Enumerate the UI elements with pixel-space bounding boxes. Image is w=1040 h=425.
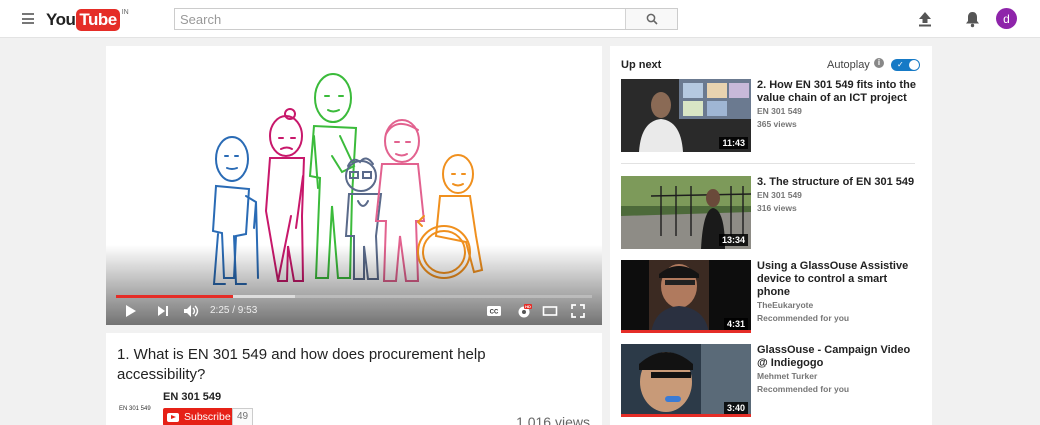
notifications-bell-icon[interactable] [964, 10, 981, 28]
recommended-channel: EN 301 549 [757, 190, 802, 200]
info-icon[interactable]: i [874, 58, 884, 68]
recommended-title-text: 2. How EN 301 549 fits into the value ch… [757, 79, 916, 104]
play-icon[interactable] [124, 303, 138, 319]
settings-hd-icon[interactable]: HD [516, 303, 532, 319]
toggle-knob [909, 60, 919, 70]
channel-logo[interactable]: EN 301 549 [119, 406, 151, 412]
subscribe-button[interactable]: Subscribe [163, 408, 238, 425]
up-next-heading: Up next [621, 59, 662, 71]
autoplay-label: Autoplay [827, 59, 870, 71]
recommended-meta: Recommended for you [757, 313, 850, 323]
svg-text:CC: CC [490, 310, 499, 316]
recommended-meta: Recommended for you [757, 384, 850, 394]
recommended-video-title[interactable]: 2. How EN 301 549 fits into the value ch… [757, 79, 917, 131]
top-bar: You Tube IN d [0, 0, 1040, 38]
view-count: 1,016 views [516, 414, 590, 425]
recommended-meta: 365 views [757, 119, 797, 129]
youtube-logo[interactable]: You Tube IN [46, 9, 129, 31]
account-avatar[interactable]: d [996, 8, 1017, 29]
volume-icon[interactable] [183, 303, 199, 319]
video-duration: 11:43 [719, 137, 748, 149]
fullscreen-icon[interactable] [570, 303, 586, 319]
logo-region-code: IN [121, 9, 129, 16]
recommended-channel: Mehmet Turker [757, 371, 818, 381]
theater-mode-icon[interactable] [542, 303, 558, 319]
video-duration: 13:34 [718, 234, 748, 246]
logo-tube-text: Tube [76, 9, 120, 31]
hamburger-menu-icon[interactable] [22, 13, 34, 24]
recommended-title-text: GlassOuse - Campaign Video @ Indiegogo [757, 344, 911, 369]
search-input[interactable] [175, 9, 627, 29]
recommended-video-title[interactable]: 3. The structure of EN 301 549 EN 301 54… [757, 176, 917, 215]
played-bar [116, 295, 233, 298]
recommended-channel: TheEukaryote [757, 300, 814, 310]
captions-icon[interactable]: CC [486, 303, 502, 319]
upload-icon[interactable] [917, 10, 933, 28]
recommended-video-item[interactable]: 3:40 GlassOuse - Campaign Video @ Indieg… [621, 344, 921, 418]
recommended-channel: EN 301 549 [757, 106, 802, 116]
video-duration: 4:31 [723, 318, 748, 330]
video-duration: 3:40 [723, 402, 748, 414]
video-info-panel: 1. What is EN 301 549 and how does procu… [106, 333, 602, 425]
next-icon[interactable] [156, 303, 170, 319]
recommended-video-title[interactable]: GlassOuse - Campaign Video @ Indiegogo M… [757, 344, 917, 396]
subscribe-label: Subscribe [184, 411, 231, 423]
watched-progress-bar [621, 330, 751, 333]
subscriber-count: 49 [232, 408, 254, 425]
checkmark-icon: ✓ [897, 60, 904, 69]
video-player[interactable]: 2:25 / 9:53 CC HD [106, 46, 602, 325]
up-next-sidebar: Up next Autoplay i ✓ 11:43 2. How EN 301… [610, 46, 932, 425]
video-title: 1. What is EN 301 549 and how does procu… [117, 346, 486, 383]
autoplay-toggle[interactable]: ✓ [891, 59, 920, 71]
section-divider [621, 163, 915, 164]
watched-progress-bar [621, 414, 751, 417]
time-display: 2:25 / 9:53 [210, 305, 258, 316]
recommended-video-title[interactable]: Using a GlassOuse Assistive device to co… [757, 260, 917, 325]
channel-name-link[interactable]: EN 301 549 [163, 391, 221, 403]
recommended-meta: 316 views [757, 203, 797, 213]
recommended-video-item[interactable]: 4:31 Using a GlassOuse Assistive device … [621, 260, 921, 334]
recommended-title-text: Using a GlassOuse Assistive device to co… [757, 260, 909, 298]
logo-you-text: You [46, 10, 76, 29]
recommended-video-item[interactable]: 11:43 2. How EN 301 549 fits into the va… [621, 79, 921, 153]
svg-text:HD: HD [525, 304, 531, 309]
seek-bar[interactable] [116, 295, 592, 298]
search-icon [646, 13, 658, 25]
search-box [174, 8, 678, 30]
recommended-title-text: 3. The structure of EN 301 549 [757, 176, 915, 188]
search-button[interactable] [625, 9, 677, 29]
recommended-video-item[interactable]: 13:34 3. The structure of EN 301 549 EN … [621, 176, 921, 250]
youtube-play-icon [167, 412, 179, 422]
